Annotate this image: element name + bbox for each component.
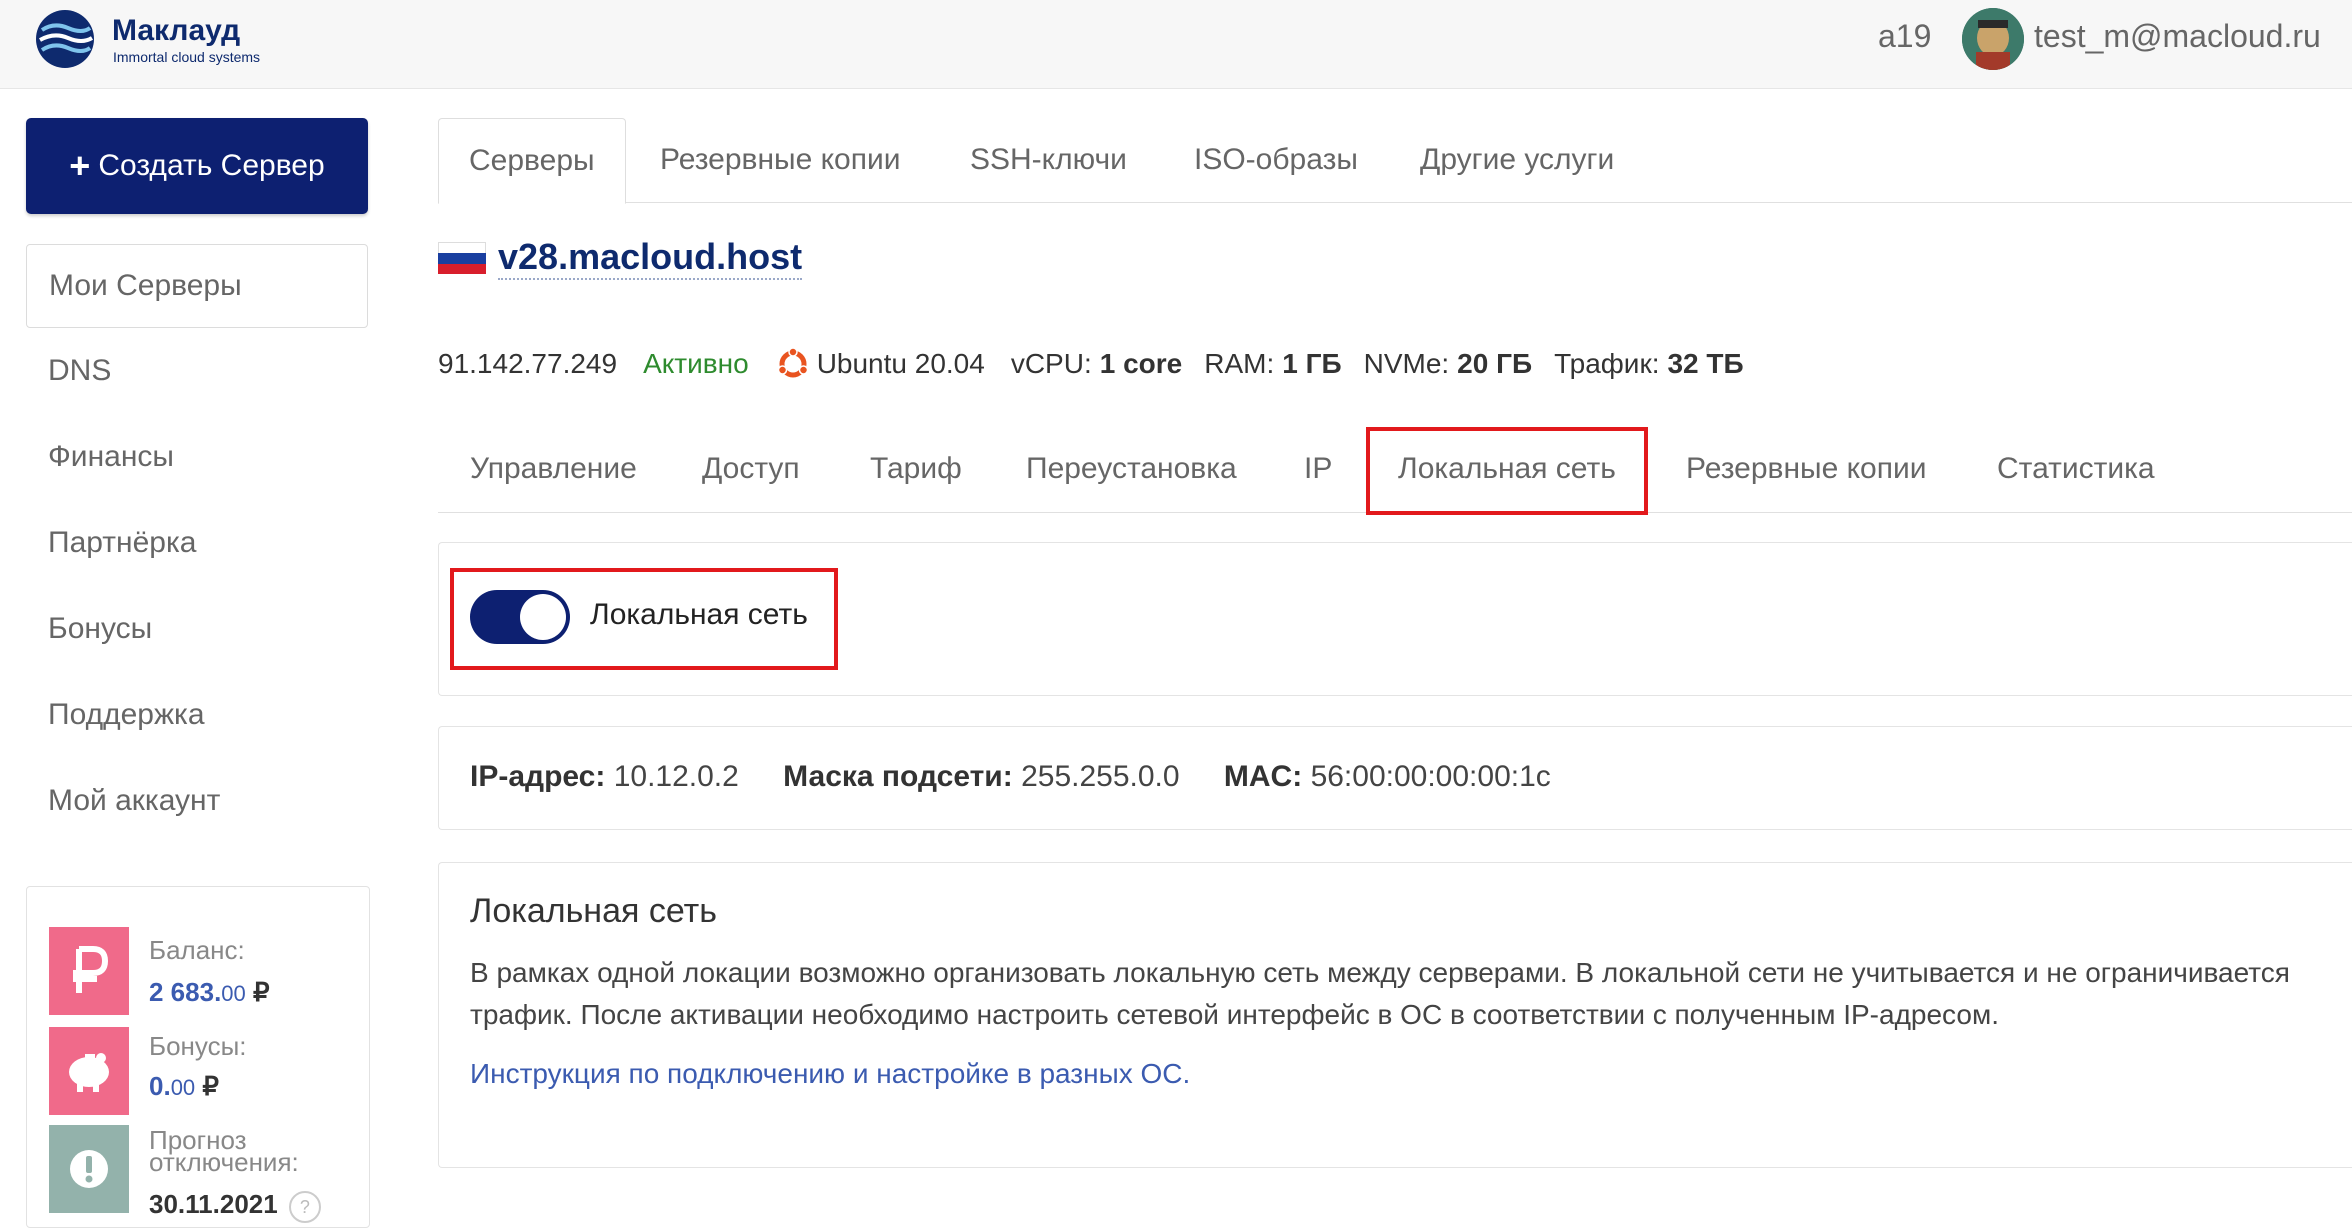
top-tabs: Серверы Резервные копии SSH-ключи ISO-об… — [438, 118, 2352, 204]
balance-int: 2 683. — [149, 977, 222, 1007]
ip-value: 10.12.0.2 — [613, 760, 739, 793]
russia-flag-icon — [438, 242, 486, 274]
sidebar-item-bonuses[interactable]: Бонусы — [26, 586, 368, 672]
vcpu-label: vCPU: — [1010, 348, 1092, 379]
local-network-info: IP-адрес: 10.12.0.2 Маска подсети: 255.2… — [470, 760, 1551, 794]
nvme-value: 20 ГБ — [1457, 348, 1533, 379]
plus-icon: + — [69, 145, 91, 186]
tab-tariff[interactable]: Тариф — [870, 426, 962, 512]
server-name-link[interactable]: v28.macloud.host — [498, 236, 803, 280]
bonus-currency-sign: ₽ — [202, 1071, 219, 1101]
ruble-icon — [49, 927, 129, 1015]
ram-label: RAM: — [1204, 348, 1275, 379]
sidebar-nav: Мои Серверы DNS Финансы Партнёрка Бонусы… — [26, 244, 368, 844]
highlight-local-network-tab — [1366, 427, 1648, 515]
sidebar-item-account[interactable]: Мой аккаунт — [26, 758, 368, 844]
balance-value: 2 683.00 ₽ — [149, 977, 270, 1008]
create-server-label: Создать Сервер — [98, 149, 325, 182]
tab-access[interactable]: Доступ — [702, 426, 800, 512]
bonus-label: Бонусы: — [149, 1031, 247, 1061]
vcpu-value: 1 core — [1099, 348, 1183, 379]
ram-value: 1 ГБ — [1282, 348, 1342, 379]
server-os: Ubuntu 20.04 — [816, 348, 985, 379]
mask-value: 255.255.0.0 — [1021, 760, 1180, 793]
instructions-link[interactable]: Инструкция по подключению и настройке в … — [470, 1058, 1190, 1090]
forecast-label-line-2: отключения: — [149, 1147, 299, 1177]
top-header: Маклауд Immortal cloud systems a19 test_… — [0, 0, 2352, 89]
traffic-value: 32 ТБ — [1667, 348, 1744, 379]
traffic-label: Трафик: — [1554, 348, 1660, 379]
tab-iso-images[interactable]: ISO-образы — [1194, 118, 1358, 202]
currency-sign: ₽ — [253, 977, 270, 1007]
alert-icon — [49, 1125, 129, 1213]
tab-backups[interactable]: Резервные копии — [660, 118, 901, 202]
sidebar-item-dns[interactable]: DNS — [26, 328, 368, 414]
user-email[interactable]: test_m@macloud.ru — [2034, 18, 2321, 55]
server-title: v28.macloud.host — [438, 236, 803, 280]
forecast-label: Прогноз отключения: — [149, 1127, 299, 1177]
balance-label: Баланс: — [149, 935, 245, 965]
server-status: Активно — [643, 348, 749, 379]
create-server-button[interactable]: + Создать Сервер — [26, 118, 368, 214]
tab-server-backups[interactable]: Резервные копии — [1686, 426, 1927, 512]
sidebar-item-finance[interactable]: Финансы — [26, 414, 368, 500]
piggy-bank-icon — [49, 1027, 129, 1115]
tab-management[interactable]: Управление — [470, 426, 637, 512]
brand-tagline: Immortal cloud systems — [113, 49, 261, 65]
sidebar-item-partner[interactable]: Партнёрка — [26, 500, 368, 586]
ubuntu-icon — [777, 348, 809, 380]
bonus-dec: 00 — [170, 1075, 196, 1100]
server-info: 91.142.77.249 Активно Ubuntu 20.04 vCPU:… — [438, 348, 1744, 380]
forecast-date-row: 30.11.2021 ? — [149, 1189, 321, 1223]
help-icon[interactable]: ? — [288, 1191, 321, 1223]
forecast-date: 30.11.2021 — [149, 1189, 278, 1219]
account-id: a19 — [1878, 18, 1932, 54]
avatar-image-icon — [1962, 8, 2024, 70]
nvme-label: NVMe: — [1363, 348, 1450, 379]
ip-label: IP-адрес: — [470, 760, 606, 793]
sidebar-item-my-servers[interactable]: Мои Серверы — [26, 244, 368, 328]
brand-name[interactable]: Маклауд — [112, 14, 240, 48]
tab-ssh-keys[interactable]: SSH-ключи — [970, 118, 1127, 202]
tab-reinstall[interactable]: Переустановка — [1026, 426, 1237, 512]
tab-other-services[interactable]: Другие услуги — [1420, 118, 1614, 202]
description-title: Локальная сеть — [470, 892, 717, 930]
bonus-int: 0. — [149, 1071, 171, 1101]
mask-label: Маска подсети: — [783, 760, 1013, 793]
balance-dec: 00 — [221, 981, 246, 1006]
description-text: В рамках одной локации возможно организо… — [470, 957, 2290, 1030]
tab-servers[interactable]: Серверы — [438, 118, 626, 204]
mac-label: MAC: — [1223, 760, 1303, 793]
bonus-value: 0.00 ₽ — [149, 1071, 219, 1102]
macloud-logo-icon[interactable] — [34, 8, 96, 70]
server-ip: 91.142.77.249 — [438, 348, 618, 379]
avatar[interactable] — [1962, 8, 2024, 70]
finance-summary: Баланс: 2 683.00 ₽ Бонусы: 0.00 ₽ Прогно… — [26, 886, 370, 1228]
tab-ip[interactable]: IP — [1304, 426, 1332, 512]
sidebar-item-support[interactable]: Поддержка — [26, 672, 368, 758]
tab-statistics[interactable]: Статистика — [1997, 426, 2155, 512]
highlight-toggle — [450, 568, 838, 670]
mac-value: 56:00:00:00:00:1c — [1310, 760, 1551, 793]
